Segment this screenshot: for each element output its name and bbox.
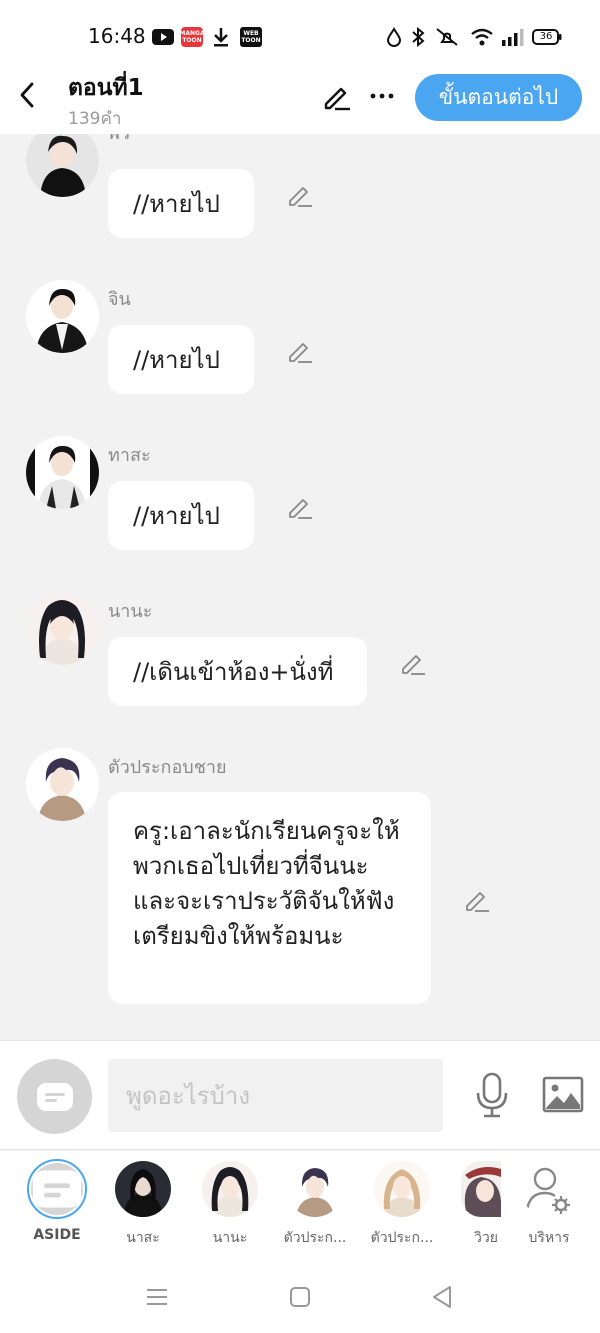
manage-characters-button[interactable]: บริหาร (512, 1161, 586, 1249)
word-count: 139คำ (68, 109, 122, 129)
speaker-name: จิน (108, 289, 131, 310)
character-item[interactable]: นาสะ (102, 1161, 184, 1249)
edit-message-icon[interactable] (287, 182, 313, 208)
signal-icon (500, 27, 524, 47)
avatar[interactable] (26, 436, 99, 509)
message-bubble[interactable]: //หายไป (108, 169, 254, 238)
chat-bubble-icon (32, 1170, 82, 1208)
edit-message-icon[interactable] (400, 650, 426, 676)
manga-toon-icon: MANGA TOON (179, 27, 205, 47)
message-bubble[interactable]: ครู:เอาละนักเรียนครูจะให้พวกเธอไปเที่ยวท… (108, 792, 431, 1004)
battery-level: 36 (539, 31, 553, 42)
edit-title-icon[interactable] (322, 82, 352, 112)
avatar (202, 1161, 258, 1217)
more-options-icon[interactable] (368, 82, 396, 110)
download-icon (212, 27, 230, 47)
avatar (287, 1161, 343, 1217)
list-item: ตัวประกอบชาย ครู:เอาละนักเรียนครูจะให้พว… (0, 748, 600, 1028)
list-item: ทาสะ //หายไป (0, 436, 600, 586)
avatar[interactable] (26, 280, 99, 353)
status-time: 16:48 (88, 24, 146, 48)
menu-icon[interactable] (143, 1283, 171, 1311)
message-bubble[interactable]: //หายไป (108, 325, 254, 394)
editor-header: ตอนที่1 139คำ ขั้นตอนต่อไป (0, 70, 600, 134)
avatar[interactable] (26, 134, 99, 197)
next-step-button[interactable]: ขั้นตอนต่อไป (415, 74, 582, 121)
wifi-icon (470, 27, 494, 47)
mute-icon (434, 27, 460, 47)
speaker-name: นานะ (108, 601, 153, 622)
image-icon[interactable] (542, 1075, 584, 1115)
bluetooth-icon (410, 27, 426, 47)
character-item[interactable]: ตัวประก... (361, 1161, 443, 1249)
chat-bubble-icon (36, 1082, 73, 1111)
back-nav-icon[interactable] (428, 1283, 456, 1311)
microphone-icon[interactable] (472, 1071, 512, 1119)
edit-message-icon[interactable] (287, 338, 313, 364)
list-item: นานะ //เดินเข้าห้อง+นั่งที่ (0, 592, 600, 742)
speaker-name: ตัวประกอบชาย (108, 757, 227, 778)
message-input[interactable]: พูดอะไรบ้าง (108, 1059, 443, 1132)
chat-area: พีว //หายไป จิน //หายไป ทาสะ //หายไป นาน… (0, 134, 600, 1040)
message-bubble[interactable]: //เดินเข้าห้อง+นั่งที่ (108, 637, 367, 706)
speaker-name: ทาสะ (108, 445, 151, 466)
avatar (374, 1161, 430, 1217)
speaker-name: พีว (108, 134, 130, 147)
list-item: พีว //หายไป (0, 134, 600, 274)
system-navigation-bar (0, 1261, 600, 1333)
battery-icon: 36 (532, 27, 562, 47)
aside-avatar (27, 1159, 87, 1219)
avatar (461, 1161, 501, 1217)
message-composer: พูดอะไรบ้าง (0, 1040, 600, 1150)
manage-characters-icon (521, 1161, 577, 1217)
home-icon[interactable] (286, 1283, 314, 1311)
character-item[interactable]: ตัวประก... (274, 1161, 356, 1249)
edit-message-icon[interactable] (464, 887, 490, 913)
edit-message-icon[interactable] (287, 494, 313, 520)
avatar[interactable] (26, 592, 99, 665)
avatar (115, 1161, 171, 1217)
back-button[interactable] (14, 80, 40, 110)
webtoon-icon: WEB TOON (240, 27, 262, 47)
youtube-icon (152, 27, 174, 47)
avatar[interactable] (26, 748, 99, 821)
character-selector: ASIDE นาสะ นานะ ตัวประก... ตัวประก... วิ… (0, 1151, 600, 1261)
character-item[interactable]: นานะ (189, 1161, 271, 1249)
message-bubble[interactable]: //หายไป (108, 481, 254, 550)
character-aside[interactable]: ASIDE (16, 1159, 98, 1243)
list-item: จิน //หายไป (0, 280, 600, 430)
data-saver-icon (386, 27, 402, 47)
episode-title: ตอนที่1 (68, 75, 144, 101)
status-bar: 16:48 MANGA TOON WEB TOON 36 (0, 0, 600, 70)
aside-toggle-button[interactable] (17, 1059, 92, 1134)
